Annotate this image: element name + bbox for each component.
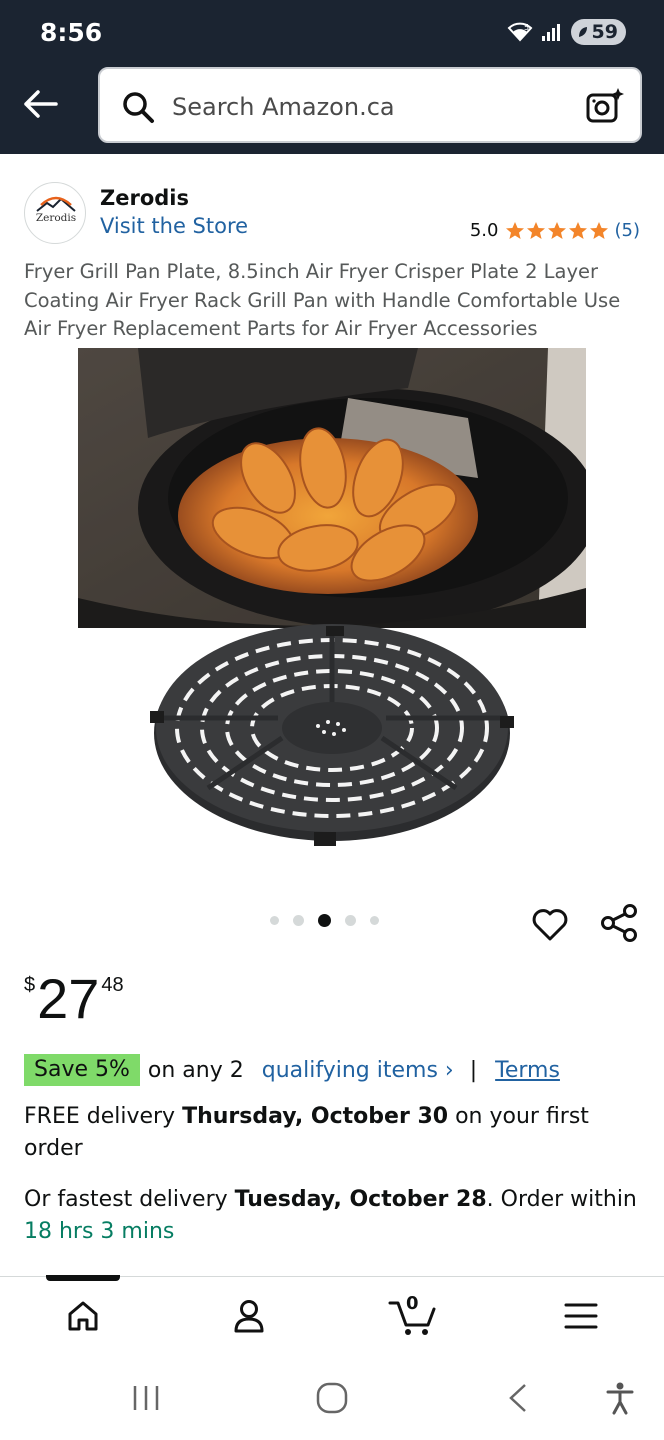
carousel-dot[interactable] — [370, 916, 379, 925]
back-chevron-icon — [509, 1384, 526, 1412]
qualifying-items-link[interactable]: qualifying items › — [262, 1058, 454, 1083]
promotion-row: Save 5% on any 2 qualifying items › | Te… — [24, 1054, 560, 1086]
delivery-info: FREE delivery Thursday, October 30 on yo… — [24, 1101, 644, 1165]
nav-home[interactable] — [58, 1293, 108, 1339]
brand-logo[interactable]: Zerodis — [24, 182, 86, 244]
nav-cart[interactable]: 0 — [386, 1293, 442, 1339]
star-icon — [589, 221, 608, 239]
promo-text: on any 2 — [147, 1057, 244, 1083]
menu-icon — [564, 1303, 598, 1329]
accessibility-icon — [606, 1382, 634, 1415]
save-badge: Save 5% — [24, 1054, 140, 1086]
carousel-dot[interactable] — [293, 915, 304, 926]
price-whole: 27 — [37, 967, 100, 1030]
camera-search-icon[interactable] — [584, 85, 626, 127]
share-icon[interactable] — [598, 902, 640, 944]
account-icon — [234, 1300, 264, 1333]
rating-count[interactable]: (5) — [615, 220, 641, 241]
star-icon — [505, 221, 524, 239]
star-icon — [568, 221, 587, 239]
cart-count: 0 — [406, 1293, 419, 1314]
star-icon — [526, 221, 545, 239]
fastest-prefix: Or fastest delivery — [24, 1187, 235, 1212]
brand-logo-image: Zerodis — [36, 196, 76, 224]
recent-apps-button[interactable] — [124, 1376, 168, 1420]
product-image[interactable] — [78, 348, 586, 860]
system-navigation-bar — [0, 1356, 664, 1440]
battery-level: 59 — [591, 21, 618, 43]
product-price: $ 27 48 — [24, 968, 124, 1030]
order-countdown: 18 hrs 3 mins — [24, 1219, 175, 1244]
status-icons: 5 59 — [507, 18, 626, 46]
search-icon — [123, 92, 154, 123]
price-fraction: 48 — [101, 974, 124, 996]
status-bar: 8:56 5 59 — [0, 0, 664, 64]
app-header — [0, 64, 664, 154]
back-arrow-icon — [24, 90, 58, 118]
search-input[interactable] — [172, 87, 552, 127]
carousel-dot[interactable] — [270, 916, 279, 925]
product-rating[interactable]: 5.0 (5) — [470, 220, 640, 241]
fastest-middle: . Order within — [486, 1187, 637, 1212]
home-system-button[interactable] — [310, 1376, 354, 1420]
home-circle-icon — [316, 1382, 348, 1414]
back-button[interactable] — [18, 82, 62, 126]
visit-store-link[interactable]: Visit the Store — [100, 214, 248, 238]
product-title: Fryer Grill Pan Plate, 8.5inch Air Fryer… — [24, 260, 621, 340]
delivery-prefix: FREE delivery — [24, 1104, 183, 1129]
battery-saver-icon — [578, 27, 587, 37]
wishlist-heart-icon[interactable] — [530, 904, 570, 944]
active-tab-indicator — [46, 1275, 120, 1281]
delivery-date: Thursday, October 30 — [182, 1104, 449, 1129]
svg-text:Zerodis: Zerodis — [36, 212, 76, 224]
rating-stars — [505, 221, 609, 241]
accessibility-button[interactable] — [598, 1376, 642, 1420]
home-icon — [68, 1301, 98, 1331]
promo-separator: | — [469, 1057, 478, 1083]
nav-menu[interactable] — [556, 1293, 606, 1339]
price-currency: $ — [24, 974, 36, 996]
rating-value: 5.0 — [469, 220, 499, 241]
nav-account[interactable] — [224, 1293, 274, 1339]
recent-apps-icon — [133, 1386, 159, 1410]
fastest-delivery-info: Or fastest delivery Tuesday, October 28.… — [24, 1184, 644, 1248]
bottom-navigation: 0 — [0, 1275, 664, 1356]
terms-link[interactable]: Terms — [495, 1058, 560, 1083]
search-bar[interactable] — [98, 67, 642, 143]
star-icon — [547, 221, 566, 239]
svg-text:5: 5 — [524, 23, 529, 32]
back-system-button[interactable] — [496, 1376, 540, 1420]
battery-indicator: 59 — [570, 19, 626, 45]
signal-icon — [541, 24, 560, 41]
carousel-dot[interactable] — [345, 915, 356, 926]
status-time: 8:56 — [40, 18, 103, 47]
wifi-icon: 5 — [507, 22, 532, 42]
image-carousel-dots — [270, 914, 379, 927]
carousel-dot-active[interactable] — [318, 914, 331, 927]
brand-name: Zerodis — [100, 186, 189, 210]
fastest-date: Tuesday, October 28 — [234, 1187, 487, 1212]
